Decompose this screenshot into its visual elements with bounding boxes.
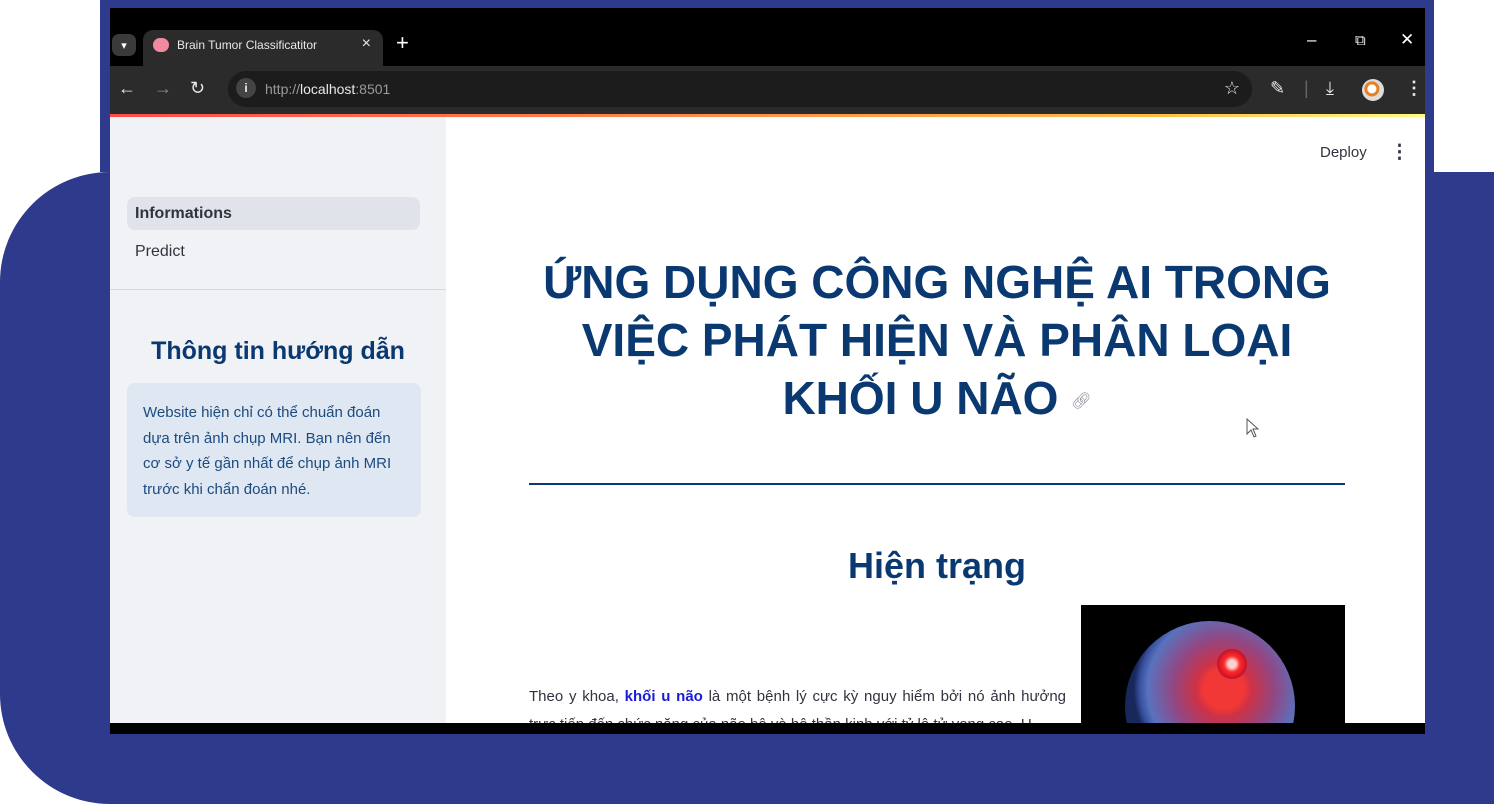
browser-window: ▾ Brain Tumor Classificatitor × + – ⧉ ✕ … bbox=[110, 8, 1425, 734]
brain-illustration bbox=[1125, 621, 1295, 734]
info-box: Website hiện chỉ có thể chuẩn đoán dựa t… bbox=[127, 383, 421, 517]
download-icon[interactable]: ⤓ bbox=[1326, 78, 1334, 99]
anchor-link-icon[interactable]: 🔗︎ bbox=[1071, 393, 1091, 410]
browser-menu-icon[interactable]: ⋮ bbox=[1405, 78, 1423, 99]
tab-search-icon[interactable]: ▾ bbox=[112, 34, 136, 56]
address-bar[interactable]: i http://localhost:8501 ☆ bbox=[228, 71, 1252, 107]
window-close-icon[interactable]: ✕ bbox=[1400, 30, 1414, 50]
main-content: Deploy ⋮ ỨNG DỤNG CÔNG NGHỆ AI TRONG VIỆ… bbox=[446, 117, 1425, 734]
sidebar-item-predict[interactable]: Predict bbox=[127, 235, 420, 268]
title-divider bbox=[529, 483, 1345, 485]
section-heading: Hiện trạng bbox=[847, 545, 1026, 586]
screen: ▾ Brain Tumor Classificatitor × + – ⧉ ✕ … bbox=[0, 0, 1494, 804]
back-icon[interactable]: ← bbox=[118, 78, 136, 99]
browser-toolbar: ← → ↻ i http://localhost:8501 ☆ ✎ | ⤓ ⋮ bbox=[110, 66, 1425, 114]
reload-icon[interactable]: ↻ bbox=[190, 78, 205, 99]
window-bottom-edge bbox=[110, 723, 1425, 734]
minimize-icon[interactable]: – bbox=[1307, 30, 1316, 50]
tab-active[interactable]: Brain Tumor Classificatitor × bbox=[143, 30, 383, 66]
site-info-icon[interactable]: i bbox=[236, 78, 256, 98]
sidebar-item-informations[interactable]: Informations bbox=[127, 197, 420, 230]
brain-favicon-icon bbox=[153, 38, 169, 52]
page-title-text: ỨNG DỤNG CÔNG NGHỆ AI TRONG VIỆC PHÁT HI… bbox=[543, 256, 1331, 424]
toolbar-divider: | bbox=[1304, 78, 1309, 98]
extensions-icon[interactable]: ✎ bbox=[1270, 78, 1285, 99]
intro-keyword: khối u não bbox=[624, 688, 703, 705]
sidebar-divider bbox=[110, 289, 446, 290]
sidebar-heading: Thông tin hướng dẫn bbox=[151, 337, 405, 365]
tab-strip: ▾ Brain Tumor Classificatitor × + – ⧉ ✕ bbox=[110, 8, 1425, 74]
tumor-highlight bbox=[1217, 649, 1247, 679]
url-text[interactable]: http://localhost:8501 bbox=[265, 81, 390, 97]
profile-avatar[interactable] bbox=[1362, 79, 1384, 101]
close-icon[interactable]: × bbox=[362, 35, 371, 53]
new-tab-icon[interactable]: + bbox=[396, 30, 409, 56]
page-title: ỨNG DỤNG CÔNG NGHỆ AI TRONG VIỆC PHÁT HI… bbox=[526, 253, 1348, 431]
sidebar: Informations Predict Thông tin hướng dẫn… bbox=[110, 117, 446, 734]
app-menu-icon[interactable]: ⋮ bbox=[1390, 141, 1409, 164]
mouse-cursor-icon bbox=[1246, 418, 1260, 438]
restore-icon[interactable]: ⧉ bbox=[1355, 32, 1366, 49]
deploy-button[interactable]: Deploy bbox=[1320, 144, 1367, 161]
backdrop-left bbox=[100, 0, 110, 172]
intro-text-start: Theo y khoa, bbox=[529, 688, 625, 705]
backdrop-right bbox=[1424, 0, 1434, 172]
bookmark-star-icon[interactable]: ☆ bbox=[1224, 78, 1240, 99]
tab-title: Brain Tumor Classificatitor bbox=[177, 38, 318, 52]
forward-icon[interactable]: → bbox=[154, 78, 172, 99]
brain-mri-image bbox=[1081, 605, 1345, 734]
